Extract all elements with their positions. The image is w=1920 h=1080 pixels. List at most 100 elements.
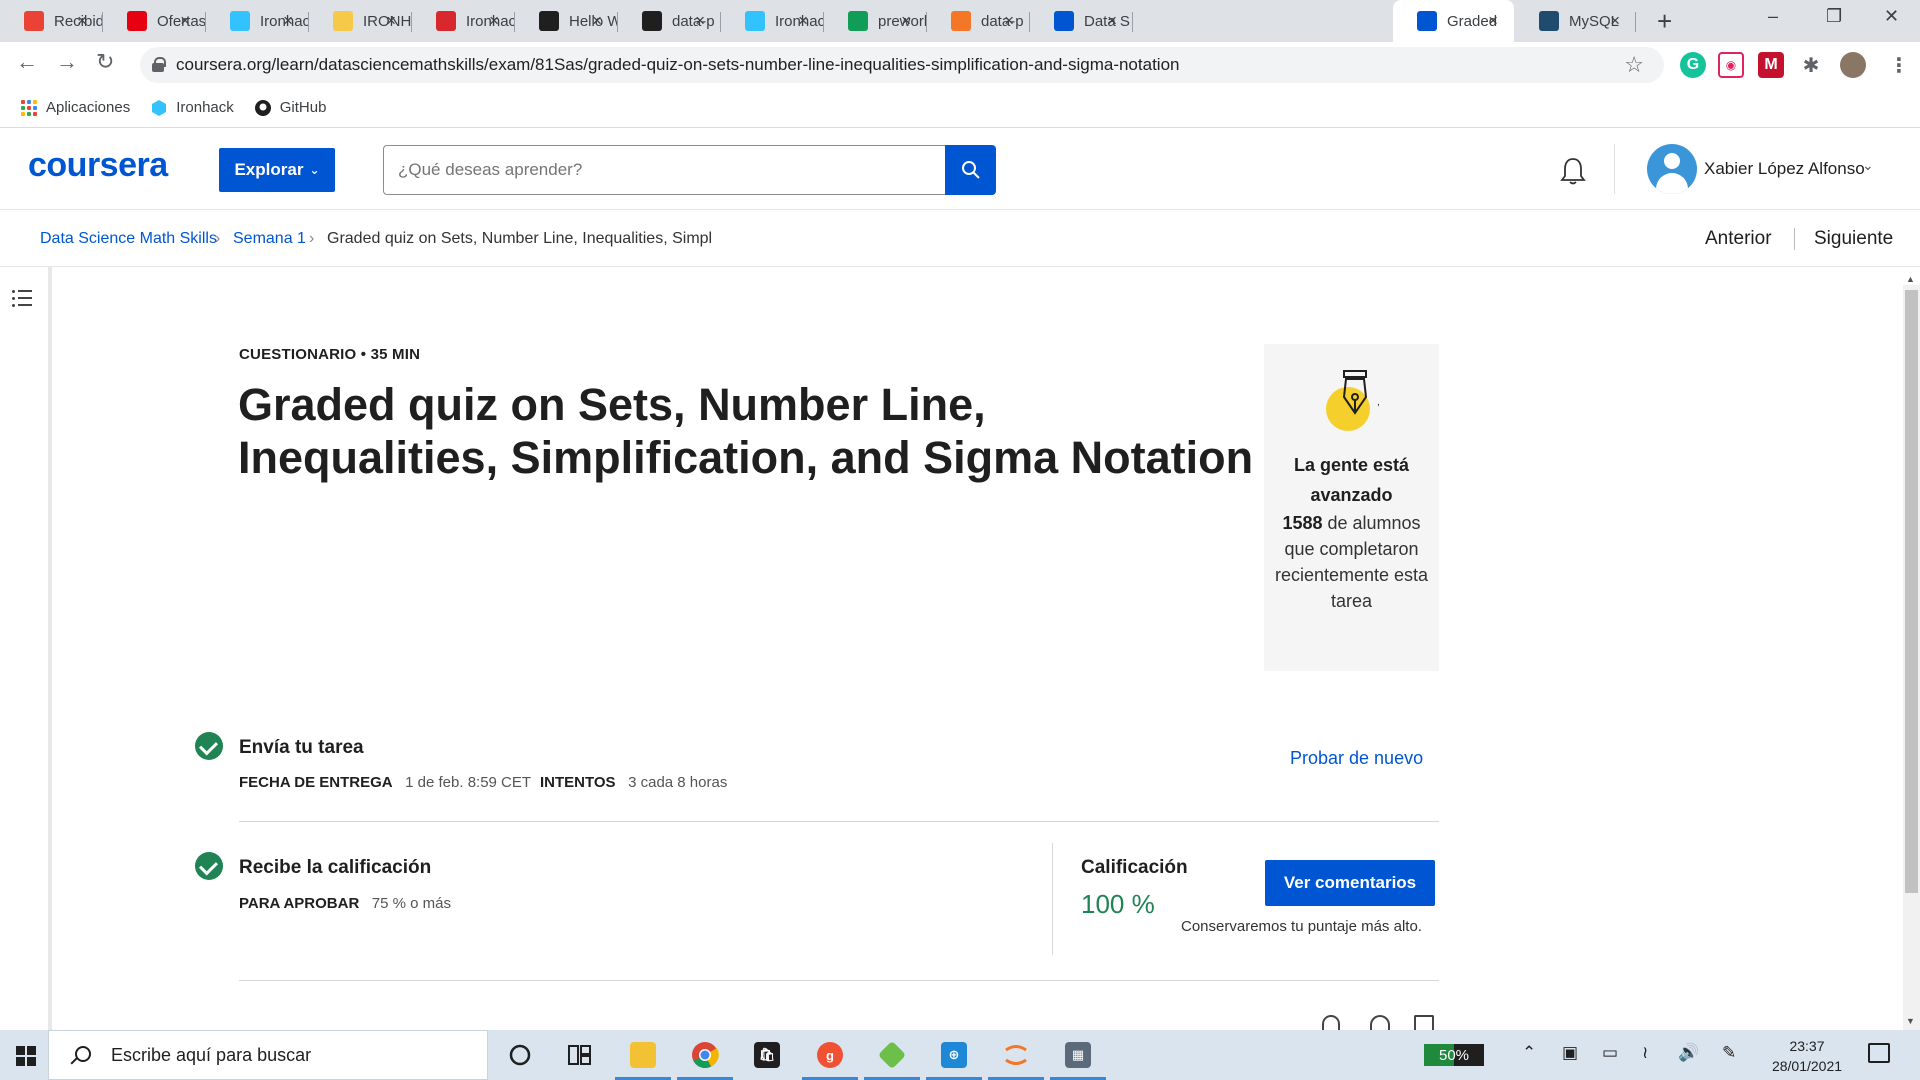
close-window-icon[interactable]: ✕ bbox=[1884, 6, 1899, 27]
search-input[interactable] bbox=[383, 145, 946, 195]
taskbar-search-placeholder: Escribe aquí para buscar bbox=[111, 1044, 312, 1065]
camera-icon[interactable]: ▣ bbox=[1562, 1043, 1578, 1063]
coursera-icon bbox=[1417, 11, 1437, 31]
passing-score-value: 75 % o más bbox=[371, 895, 452, 912]
battery-icon[interactable]: ▭ bbox=[1602, 1043, 1618, 1063]
site-header: coursera Explorar ⌄ Xabier López Alfonso… bbox=[0, 128, 1920, 210]
close-tab-icon[interactable]: × bbox=[1004, 11, 1014, 31]
taskbar-clock[interactable]: 23:37 28/01/2021 bbox=[1764, 1036, 1850, 1076]
next-item-link[interactable]: Siguiente bbox=[1814, 228, 1893, 250]
browser-tab[interactable]: data-p × bbox=[927, 0, 1030, 42]
browser-tab[interactable]: Ironhack× bbox=[206, 0, 309, 42]
store-icon[interactable]: 🛍 bbox=[737, 1030, 797, 1080]
course-outline-toggle-icon[interactable] bbox=[0, 285, 48, 315]
avatar[interactable] bbox=[1647, 144, 1697, 194]
bookmark-apps[interactable]: Aplicaciones bbox=[20, 99, 130, 117]
task-view-icon[interactable] bbox=[550, 1030, 610, 1080]
close-tab-icon[interactable]: × bbox=[695, 11, 705, 31]
retry-quiz-link[interactable]: Probar de nuevo bbox=[1290, 748, 1423, 769]
explore-button[interactable]: Explorar ⌄ bbox=[219, 148, 335, 192]
file-explorer-icon[interactable] bbox=[613, 1030, 673, 1080]
chrome-icon[interactable] bbox=[675, 1030, 735, 1080]
close-tab-icon[interactable]: × bbox=[77, 11, 87, 31]
passing-score-label: PARA APROBAR bbox=[239, 895, 360, 912]
close-tab-icon[interactable]: × bbox=[798, 11, 808, 31]
close-tab-icon[interactable]: × bbox=[1488, 11, 1498, 31]
flag-icon[interactable] bbox=[1414, 1015, 1434, 1030]
windows-start-icon[interactable] bbox=[16, 1046, 36, 1066]
notification-center-icon[interactable] bbox=[1868, 1043, 1890, 1063]
user-name[interactable]: Xabier López Alfonso bbox=[1704, 159, 1865, 179]
section-divider bbox=[239, 980, 1439, 981]
mcafee-extension-icon[interactable]: M bbox=[1758, 52, 1784, 78]
show-hidden-icons-icon[interactable]: ⌃ bbox=[1522, 1043, 1536, 1063]
taskbar-search-box[interactable]: Escribe aquí para buscar bbox=[48, 1030, 488, 1080]
bookmarks-bar: Aplicaciones Ironhack GitHub bbox=[0, 88, 1920, 128]
volume-icon[interactable]: 🔊 bbox=[1678, 1043, 1699, 1063]
close-tab-icon[interactable]: × bbox=[592, 11, 602, 31]
calculator-icon[interactable]: ▦ bbox=[1048, 1030, 1108, 1080]
close-tab-icon[interactable]: × bbox=[489, 11, 499, 31]
bookmark-ironhack[interactable]: Ironhack bbox=[150, 99, 234, 117]
bookmark-github[interactable]: GitHub bbox=[254, 99, 326, 117]
battery-indicator[interactable]: 50% bbox=[1424, 1044, 1484, 1066]
minimize-icon[interactable]: – bbox=[1768, 6, 1778, 27]
browser-tab[interactable]: Ironhack× bbox=[721, 0, 824, 42]
search-button[interactable] bbox=[945, 145, 996, 195]
browser-tab[interactable]: IRONHACK× bbox=[309, 0, 412, 42]
notification-bell-icon[interactable] bbox=[1558, 156, 1588, 186]
jupyter-icon bbox=[951, 11, 971, 31]
scroll-up-icon[interactable]: ▲ bbox=[1906, 274, 1915, 284]
restore-icon[interactable]: ❐ bbox=[1826, 6, 1842, 27]
bookmark-star-icon[interactable]: ☆ bbox=[1624, 52, 1644, 78]
browser-tab[interactable]: MySQL × bbox=[1515, 0, 1636, 42]
pocket-extension-icon[interactable]: ◉ bbox=[1718, 52, 1744, 78]
browser-tab[interactable]: Ironhack× bbox=[412, 0, 515, 42]
vscode-icon[interactable]: ⊕ bbox=[924, 1030, 984, 1080]
chevron-down-icon: ⌄ bbox=[309, 163, 320, 177]
uniqlo-icon bbox=[127, 11, 147, 31]
extensions-puzzle-icon[interactable]: ✱ bbox=[1798, 52, 1824, 78]
address-bar[interactable]: coursera.org/learn/datasciencemathskills… bbox=[140, 47, 1664, 83]
browser-menu-icon[interactable]: ⋮ bbox=[1886, 52, 1912, 78]
close-tab-icon[interactable]: × bbox=[901, 11, 911, 31]
browser-tab[interactable]: Hello W × bbox=[515, 0, 618, 42]
pen-workspace-icon[interactable]: ✎ bbox=[1722, 1043, 1736, 1063]
view-feedback-button[interactable]: Ver comentarios bbox=[1265, 860, 1435, 906]
cortana-icon[interactable] bbox=[490, 1030, 550, 1080]
close-tab-icon[interactable]: × bbox=[283, 11, 293, 31]
wifi-icon[interactable]: ≀ bbox=[1642, 1043, 1648, 1063]
page-scrollbar-thumb[interactable] bbox=[1905, 290, 1918, 893]
grammarly-extension-icon[interactable]: G bbox=[1680, 52, 1706, 78]
close-tab-icon[interactable]: × bbox=[1610, 11, 1620, 31]
browser-tab[interactable]: Graded × bbox=[1393, 0, 1514, 42]
scroll-down-icon[interactable]: ▼ bbox=[1906, 1016, 1915, 1026]
gitkraken-icon[interactable] bbox=[862, 1030, 922, 1080]
forward-icon[interactable]: → bbox=[56, 49, 78, 75]
browser-tab[interactable]: Recibid × bbox=[0, 0, 103, 42]
jupyter-icon[interactable] bbox=[986, 1030, 1046, 1080]
nav-divider bbox=[1794, 228, 1795, 250]
coursera-logo[interactable]: coursera bbox=[28, 146, 168, 185]
browser-tab[interactable]: data-p × bbox=[618, 0, 721, 42]
clock-time: 23:37 bbox=[1789, 1038, 1825, 1054]
browser-tab[interactable]: Ofertas × bbox=[103, 0, 206, 42]
close-tab-icon[interactable]: × bbox=[180, 11, 190, 31]
browser-tab[interactable]: prework × bbox=[824, 0, 927, 42]
back-icon[interactable]: ← bbox=[16, 49, 38, 75]
breadcrumb-week-link[interactable]: Semana 1 bbox=[233, 230, 306, 248]
breadcrumb-course-link[interactable]: Data Science Math Skills bbox=[40, 230, 217, 248]
comment-icon[interactable] bbox=[1370, 1015, 1390, 1030]
chevron-down-icon[interactable]: ⌄ bbox=[1862, 157, 1874, 174]
git-icon[interactable]: g bbox=[800, 1030, 860, 1080]
profile-avatar-icon[interactable] bbox=[1840, 52, 1866, 78]
thumbs-up-icon[interactable] bbox=[1322, 1015, 1340, 1030]
browser-tab[interactable]: Data S × bbox=[1030, 0, 1133, 42]
new-tab-button[interactable]: + bbox=[1657, 6, 1672, 37]
breadcrumb-current-item: Graded quiz on Sets, Number Line, Inequa… bbox=[327, 230, 713, 247]
close-tab-icon[interactable]: × bbox=[1107, 11, 1117, 31]
previous-item-link[interactable]: Anterior bbox=[1705, 228, 1772, 250]
reload-icon[interactable]: ↻ bbox=[96, 49, 114, 75]
close-tab-icon[interactable]: × bbox=[386, 11, 396, 31]
lock-icon[interactable] bbox=[152, 57, 166, 72]
